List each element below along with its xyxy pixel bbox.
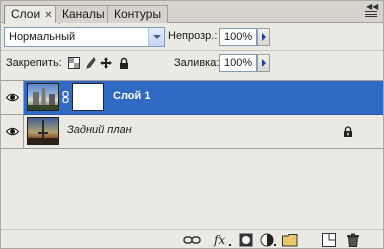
fill-input[interactable]: 100%	[219, 54, 257, 72]
layer-thumbnail-image	[28, 88, 58, 110]
layer-name[interactable]: Слой 1	[113, 90, 150, 102]
panel-menu-arrow-icon: ◀◀	[366, 2, 379, 11]
tab-paths[interactable]: Контуры	[107, 5, 169, 23]
new-group-icon[interactable]	[282, 233, 298, 247]
layer-name[interactable]: Задний план	[67, 124, 132, 136]
svg-text:fx: fx	[213, 233, 225, 247]
layer-mask-thumbnail[interactable]	[72, 83, 104, 111]
layer-list: Слой 1 Задний план	[1, 80, 383, 226]
tab-layers[interactable]: Слои ✕	[4, 5, 60, 24]
lock-position-move-icon[interactable]	[100, 57, 112, 69]
panel-menu-icon	[365, 11, 377, 17]
panel-tab-strip: Слои ✕ Каналы Контуры ◀◀	[1, 1, 383, 24]
opacity-label: Непрозр.:	[168, 30, 218, 42]
lock-transparent-icon[interactable]	[68, 57, 80, 69]
opacity-slider-button[interactable]	[257, 28, 270, 46]
fill-label: Заливка:	[174, 57, 220, 69]
tab-layers-label: Слои	[11, 7, 41, 21]
lock-icon	[344, 126, 352, 137]
layer-thumbnail-image	[28, 120, 58, 144]
layer-body[interactable]: Слой 1	[24, 81, 383, 115]
panel-menu-button[interactable]: ◀◀	[363, 3, 379, 19]
fill-slider-button[interactable]	[257, 54, 270, 72]
divider	[1, 50, 383, 51]
lock-pixels-brush-icon[interactable]	[84, 57, 96, 69]
layers-toolbar: fx	[1, 229, 383, 249]
adjustment-layer-icon[interactable]	[260, 233, 276, 247]
tab-channels-label: Каналы	[62, 7, 105, 21]
opacity-input[interactable]: 100%	[219, 28, 257, 46]
link-layers-icon[interactable]	[183, 233, 201, 247]
close-icon[interactable]: ✕	[44, 10, 52, 21]
blend-mode-select[interactable]: Нормальный	[4, 27, 165, 47]
layer-thumbnail	[27, 117, 59, 145]
layer-row-layer-1[interactable]: Слой 1	[1, 81, 383, 115]
layer-body[interactable]: Задний план	[24, 115, 383, 149]
blend-opacity-row: Нормальный Непрозр.: 100%	[1, 25, 383, 49]
eye-icon	[6, 127, 19, 136]
layer-row-background[interactable]: Задний план	[1, 115, 383, 149]
mask-link-icon[interactable]	[62, 91, 70, 103]
fx-icon[interactable]: fx	[213, 233, 233, 247]
visibility-toggle[interactable]	[1, 115, 24, 149]
visibility-toggle[interactable]	[1, 81, 24, 115]
chevron-down-icon[interactable]	[148, 28, 164, 46]
delete-trash-icon[interactable]	[346, 233, 360, 247]
eye-icon	[6, 93, 19, 102]
add-mask-icon[interactable]	[239, 233, 253, 247]
new-layer-icon[interactable]	[322, 233, 336, 247]
tab-paths-label: Контуры	[114, 7, 162, 21]
layer-thumbnail	[27, 83, 59, 111]
lock-label: Закрепить:	[6, 57, 62, 69]
layers-panel: Слои ✕ Каналы Контуры ◀◀ Нормальный Непро…	[0, 0, 384, 249]
tab-channels[interactable]: Каналы	[55, 5, 112, 23]
lock-all-icon[interactable]	[118, 57, 130, 69]
blend-mode-value: Нормальный	[9, 31, 76, 43]
